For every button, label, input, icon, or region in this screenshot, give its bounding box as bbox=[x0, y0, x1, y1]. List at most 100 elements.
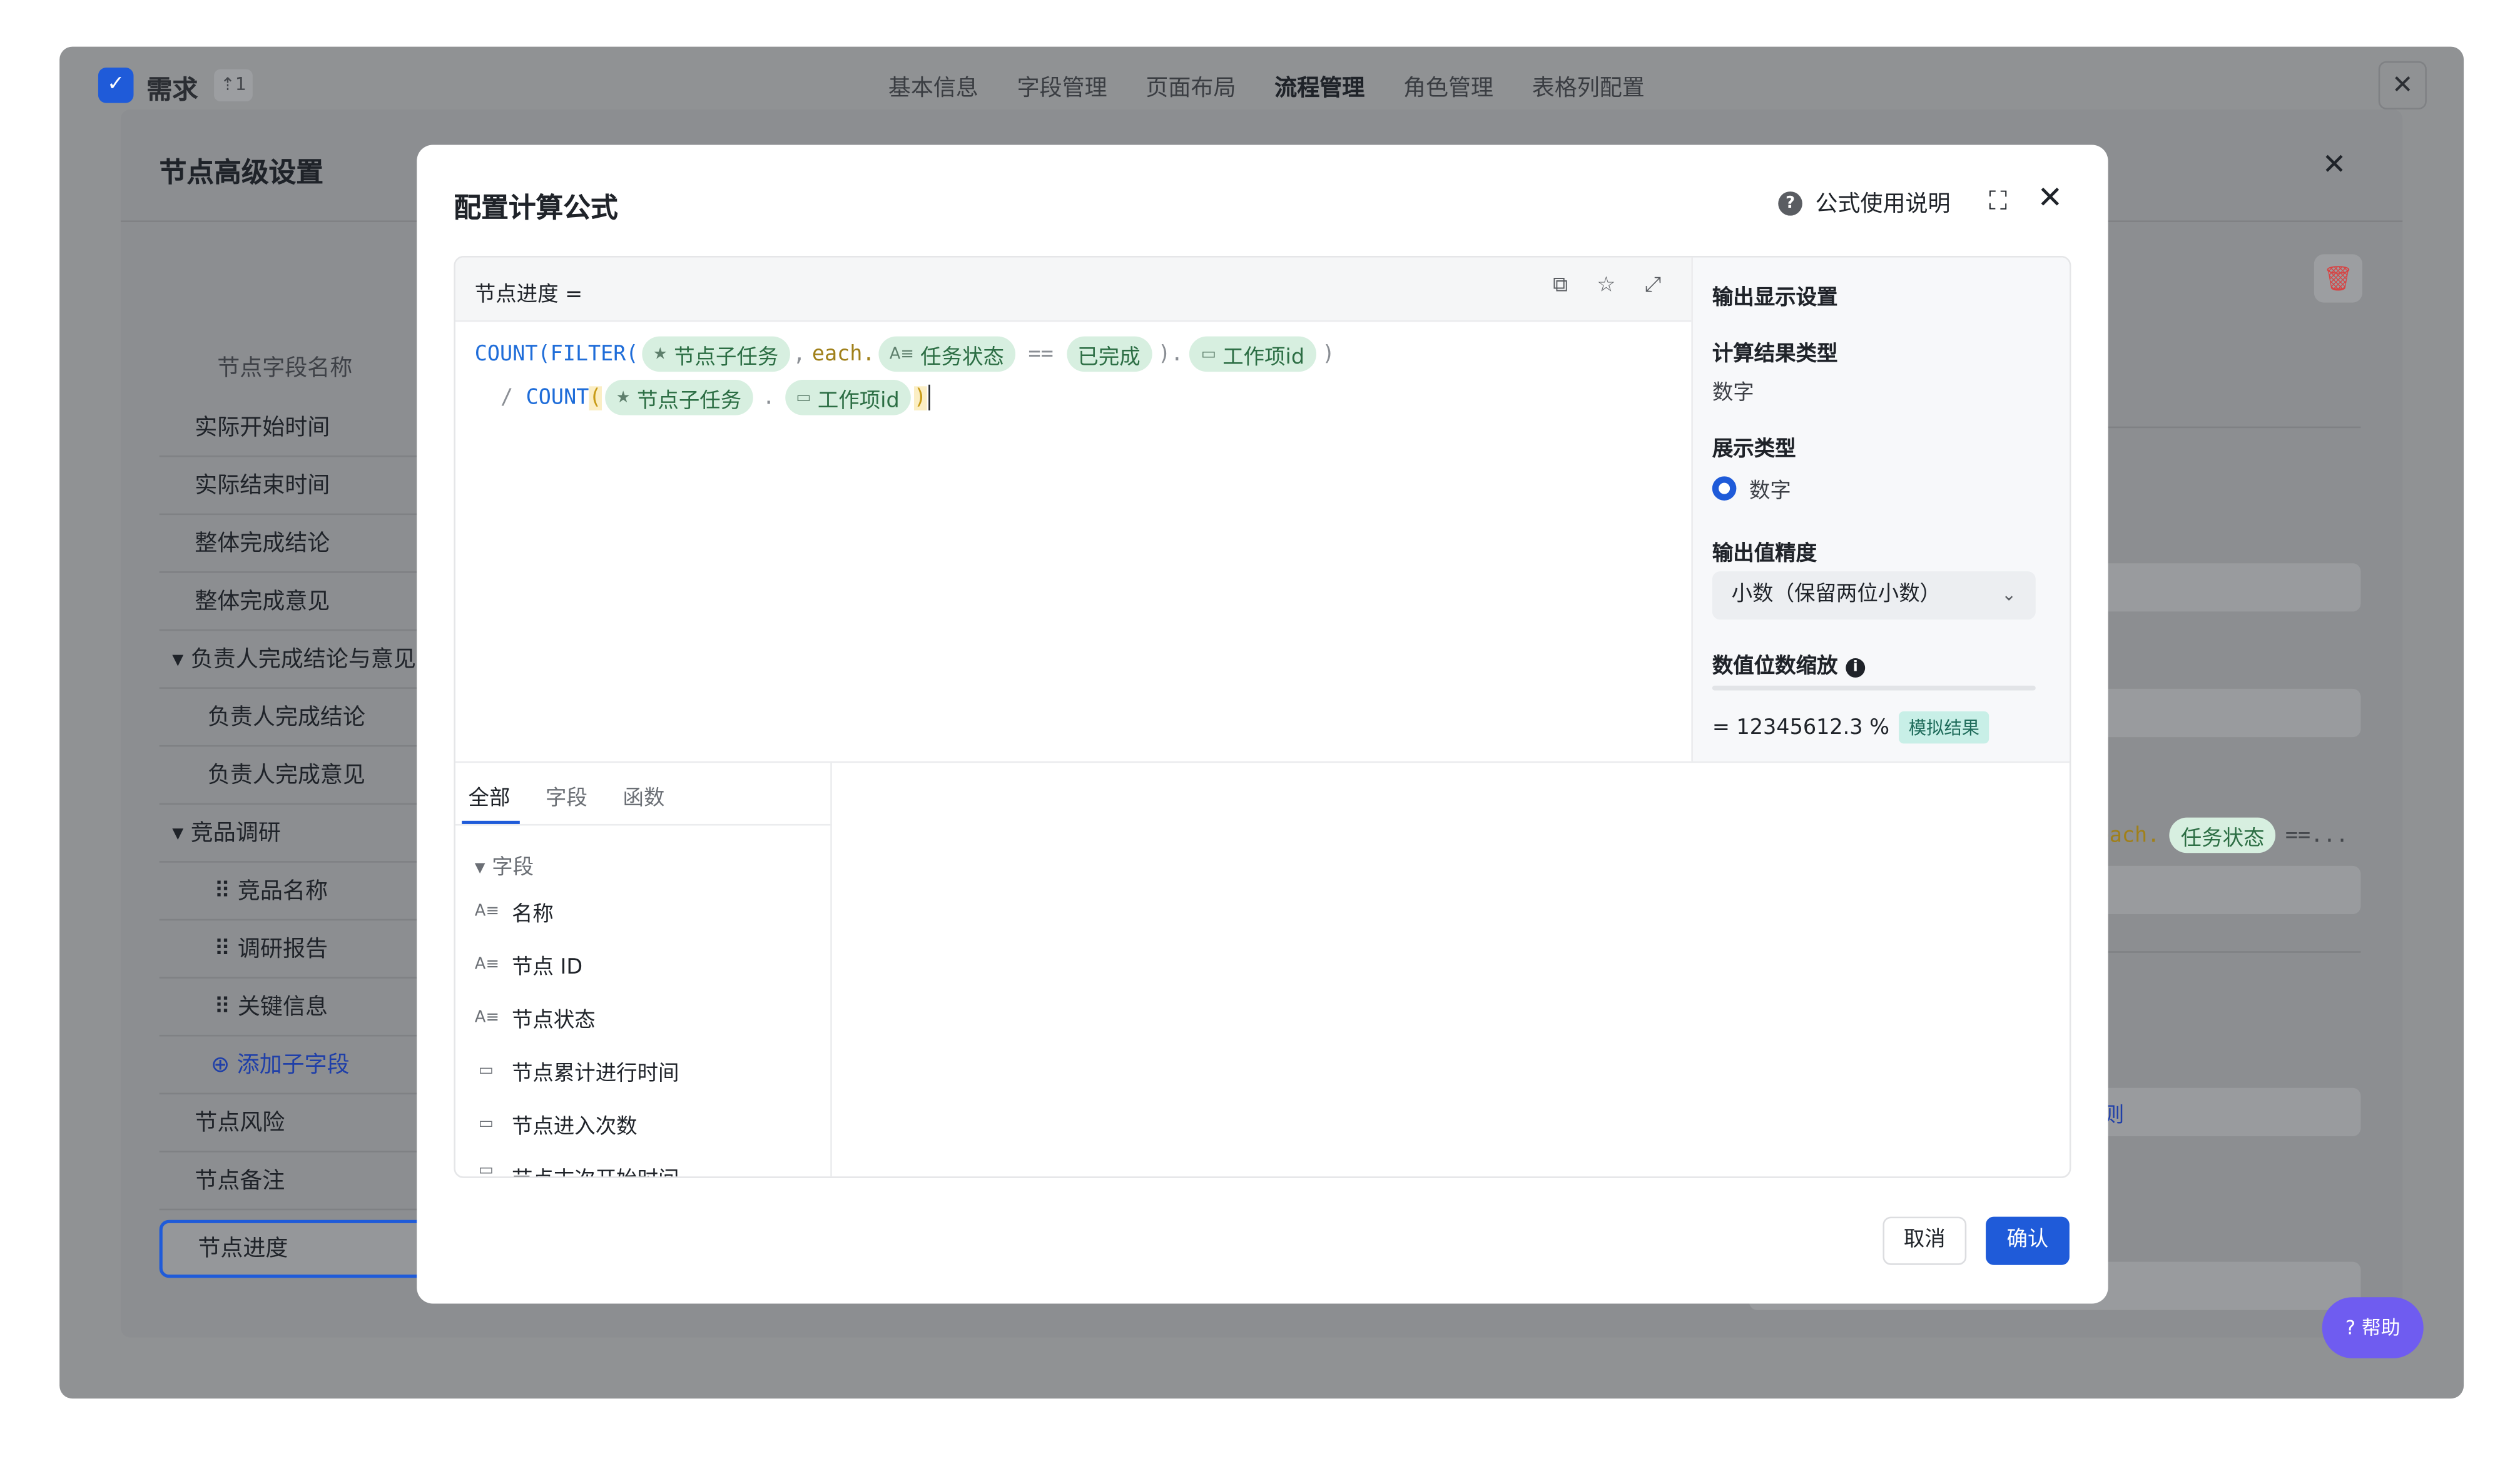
chip-label: 工作项id bbox=[817, 389, 900, 413]
comma-separator: , bbox=[793, 342, 806, 367]
field-item-cumulative-time[interactable]: ▭ 节点累计进行时间 bbox=[475, 1056, 679, 1087]
library-vertical-divider bbox=[830, 761, 832, 1177]
scale-slider[interactable] bbox=[1712, 685, 2036, 691]
sidebar-item-owner-opinion[interactable]: 负责人完成意见 bbox=[159, 747, 449, 805]
value-chip-completed[interactable]: 已完成 bbox=[1066, 336, 1152, 372]
chip-label: 节点子任务 bbox=[674, 345, 779, 370]
info-icon[interactable]: i bbox=[1846, 657, 1866, 677]
editor-toolbar: ⧉ ☆ ⤢ bbox=[1553, 273, 1661, 298]
sidebar-item-node-progress[interactable]: 节点进度 bbox=[159, 1219, 449, 1278]
each-keyword: each. bbox=[811, 342, 875, 367]
cancel-button[interactable]: 取消 bbox=[1882, 1216, 1967, 1265]
formula-help-link[interactable]: ? 公式使用说明 bbox=[1778, 186, 1951, 218]
field-label: 节点累计进行时间 bbox=[511, 1062, 679, 1087]
formula-modal: 配置计算公式 ? 公式使用说明 ⛶ ✕ 节点进度 = ⧉ ☆ ⤢ COUNT( … bbox=[417, 145, 2108, 1304]
text-field-icon: A≡ bbox=[889, 345, 914, 364]
formula-line-1[interactable]: COUNT( FILTER( ★ 节点子任务 , each. A≡ 任务状态 == … bbox=[475, 335, 1665, 374]
editor-header: 节点进度 = ⧉ ☆ ⤢ bbox=[455, 257, 1692, 322]
confirm-button[interactable]: 确认 bbox=[1986, 1216, 2070, 1265]
tab-page-layout[interactable]: 页面布局 bbox=[1146, 71, 1236, 103]
display-type-label: 展示类型 bbox=[1712, 437, 1796, 462]
fn-count-2: COUNT bbox=[526, 385, 589, 410]
library-divider bbox=[455, 823, 832, 826]
sidebar-item-key-info[interactable]: ⠿ 关键信息 bbox=[159, 979, 449, 1037]
sidebar-item-actual-end[interactable]: 实际结束时间 bbox=[159, 457, 449, 516]
field-item-entry-count[interactable]: ▭ 节点进入次数 bbox=[475, 1109, 638, 1140]
sidebar-item-research-report[interactable]: ⠿ 调研报告 bbox=[159, 920, 449, 979]
tab-workflow-management[interactable]: 流程管理 bbox=[1274, 71, 1364, 103]
field-chip-subtasks-2[interactable]: ★ 节点子任务 bbox=[604, 380, 753, 415]
display-type-radio[interactable]: 数字 bbox=[1712, 473, 1791, 504]
pin-count-badge[interactable]: ⇡1 bbox=[214, 69, 253, 102]
favorite-icon[interactable]: ☆ bbox=[1597, 273, 1615, 298]
output-settings-title: 输出显示设置 bbox=[1712, 286, 1838, 311]
tab-basic-info[interactable]: 基本信息 bbox=[888, 71, 978, 103]
screen: ✓ 需求 ⇡1 基本信息 字段管理 页面布局 流程管理 角色管理 表格列配置 ✕… bbox=[0, 0, 2520, 1476]
precision-label: 输出值精度 bbox=[1712, 542, 1817, 567]
sidebar-item-node-risk[interactable]: 节点风险 bbox=[159, 1094, 449, 1153]
close-paren-highlight: ) bbox=[913, 385, 927, 410]
field-chip-subtasks[interactable]: ★ 节点子任务 bbox=[641, 336, 790, 372]
window-close-icon[interactable]: ✕ bbox=[2378, 61, 2427, 109]
display-type-option: 数字 bbox=[1749, 479, 1791, 504]
sidebar-header: 节点字段名称 bbox=[217, 355, 353, 382]
preview-eq: ==... bbox=[2285, 823, 2349, 848]
field-chip-workitem-id-2[interactable]: ▭ 工作项id bbox=[785, 380, 911, 415]
open-paren-highlight: ( bbox=[589, 385, 602, 410]
sidebar-item-overall-conclusion[interactable]: 整体完成结论 bbox=[159, 515, 449, 573]
field-item-name[interactable]: A≡ 名称 bbox=[475, 897, 554, 927]
formula-editor: 节点进度 = ⧉ ☆ ⤢ COUNT( FILTER( ★ 节点子任务 , eac… bbox=[454, 255, 2071, 1178]
field-item-node-id[interactable]: A≡ 节点 ID bbox=[475, 950, 582, 980]
text-field-icon: A≡ bbox=[474, 1009, 499, 1027]
field-item-last-start-time[interactable]: ▭ 节点末次开始时间 bbox=[475, 1162, 679, 1178]
sidebar-item-actual-start[interactable]: 实际开始时间 bbox=[159, 399, 449, 457]
add-subfield-button[interactable]: ⊕ 添加子字段 bbox=[159, 1036, 449, 1095]
modal-close-icon[interactable]: ✕ bbox=[2037, 180, 2063, 216]
equals-operator: == bbox=[1028, 342, 1054, 367]
panel-title: 节点高级设置 bbox=[159, 158, 324, 190]
fullscreen-icon[interactable]: ⛶ bbox=[1989, 185, 2007, 217]
dot-operator: . bbox=[762, 385, 775, 410]
delete-icon[interactable]: 🗑 bbox=[2314, 254, 2362, 303]
field-label: 节点状态 bbox=[511, 1009, 596, 1034]
sidebar-item-node-remark[interactable]: 节点备注 bbox=[159, 1153, 449, 1211]
app-logo-icon: ✓ bbox=[98, 68, 134, 103]
editor-divider bbox=[455, 761, 2070, 763]
date-field-icon: ▭ bbox=[478, 1162, 494, 1178]
field-label: 节点末次开始时间 bbox=[512, 1162, 679, 1176]
field-group-header[interactable]: ▾ 字段 bbox=[475, 850, 534, 880]
sidebar-group-owner-conclusion[interactable]: ▾ 负责人完成结论与意见 bbox=[159, 631, 449, 689]
library-tab-functions[interactable]: 函数 bbox=[623, 781, 665, 812]
subtask-icon: ★ bbox=[653, 345, 668, 364]
help-button[interactable]: ? 帮助 bbox=[2322, 1297, 2424, 1358]
field-chip-task-status[interactable]: A≡ 任务状态 bbox=[878, 336, 1015, 372]
precision-select[interactable]: 小数（保留两位小数） ⌄ bbox=[1712, 571, 2036, 620]
field-chip-workitem-id[interactable]: ▭ 工作项id bbox=[1189, 336, 1316, 372]
library-tab-fields[interactable]: 字段 bbox=[546, 781, 587, 812]
number-field-icon: ▭ bbox=[478, 1115, 494, 1133]
copy-icon[interactable]: ⧉ bbox=[1553, 273, 1568, 298]
number-field-icon: ▭ bbox=[478, 1062, 494, 1080]
formula-preview: each. 任务状态 ==... bbox=[2097, 817, 2349, 853]
formula-line-2[interactable]: / COUNT ( ★ 节点子任务 . ▭ 工作项id ) bbox=[500, 378, 1691, 417]
modal-title: 配置计算公式 bbox=[454, 193, 618, 226]
id-field-icon: ▭ bbox=[1201, 345, 1216, 364]
field-label: 节点进入次数 bbox=[511, 1115, 638, 1140]
app-name: 需求 bbox=[146, 74, 198, 105]
sidebar-item-overall-opinion[interactable]: 整体完成意见 bbox=[159, 573, 449, 631]
panel-close-icon[interactable]: ✕ bbox=[2322, 148, 2347, 182]
field-item-node-status[interactable]: A≡ 节点状态 bbox=[474, 1002, 596, 1034]
tab-field-management[interactable]: 字段管理 bbox=[1017, 71, 1107, 103]
formula-help-label: 公式使用说明 bbox=[1815, 191, 1951, 218]
result-value: = 12345612.3 % bbox=[1712, 715, 1890, 740]
sidebar-group-competitor-research[interactable]: ▾ 竞品调研 bbox=[159, 805, 449, 863]
chip-label: 任务状态 bbox=[920, 345, 1004, 370]
sidebar-item-competitor-name[interactable]: ⠿ 竞品名称 bbox=[159, 863, 449, 921]
expand-icon[interactable]: ⤢ bbox=[1645, 273, 1662, 298]
text-field-icon: A≡ bbox=[474, 903, 499, 921]
text-cursor bbox=[928, 384, 930, 410]
sidebar-item-owner-conclusion[interactable]: 负责人完成结论 bbox=[159, 689, 449, 747]
tab-table-columns[interactable]: 表格列配置 bbox=[1532, 71, 1645, 103]
library-tab-all[interactable]: 全部 bbox=[469, 781, 511, 812]
tab-role-management[interactable]: 角色管理 bbox=[1403, 71, 1493, 103]
